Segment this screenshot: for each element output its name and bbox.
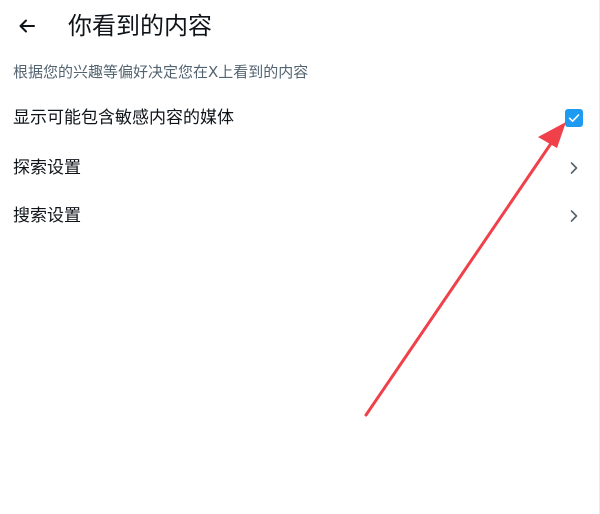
explore-settings-label: 探索设置: [13, 158, 81, 178]
checkmark-icon: [568, 114, 580, 122]
sensitive-media-label: 显示可能包含敏感内容的媒体: [13, 108, 234, 128]
chevron-right-icon: [566, 208, 582, 224]
arrow-left-icon[interactable]: [16, 15, 38, 37]
explore-settings-item[interactable]: 探索设置: [0, 148, 600, 188]
search-settings-item[interactable]: 搜索设置: [0, 196, 600, 236]
page-title: 你看到的内容: [68, 12, 212, 40]
sensitive-media-checkbox[interactable]: [565, 109, 583, 127]
chevron-right-icon: [566, 160, 582, 176]
header: 你看到的内容: [0, 0, 600, 52]
page-description: 根据您的兴趣等偏好决定您在X上看到的内容: [13, 63, 309, 81]
sensitive-media-setting[interactable]: 显示可能包含敏感内容的媒体: [0, 98, 600, 138]
search-settings-label: 搜索设置: [13, 206, 81, 226]
